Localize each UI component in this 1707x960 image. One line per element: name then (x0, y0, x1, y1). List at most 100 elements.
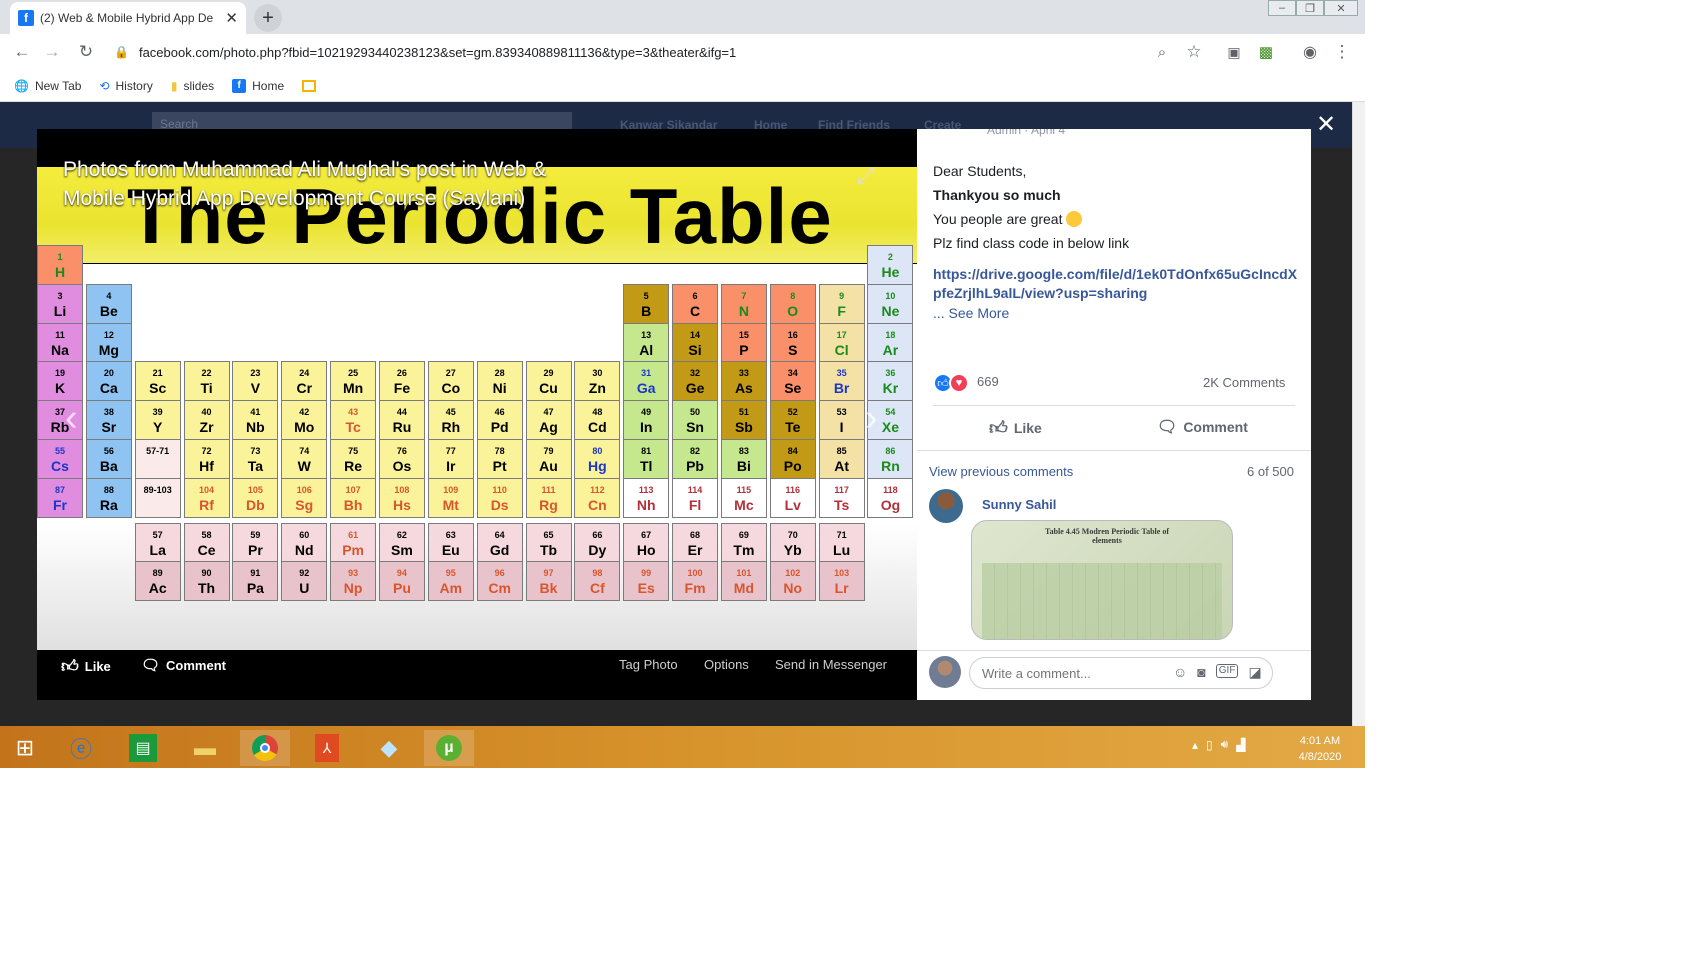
camera-icon[interactable]: ◙ (1197, 664, 1205, 681)
tray-expand-icon[interactable]: ▴ (1192, 738, 1198, 752)
chrome-icon[interactable] (240, 730, 290, 766)
post-link[interactable]: https://drive.google.com/file/d/1ek0TdOn… (933, 265, 1298, 303)
element-cell: 89-103 (134, 477, 181, 518)
element-cell: 19 K (37, 361, 83, 402)
element-number: 23 (250, 368, 261, 379)
bookmark-slides[interactable]: ▮ slides (171, 79, 214, 93)
element-number: 99 (641, 568, 652, 579)
element-cell: 58 Ce (183, 522, 230, 563)
element-cell: 80 Hg (574, 439, 621, 479)
photo-like-button[interactable]: 👍︎ Like (61, 656, 111, 677)
utorrent-icon[interactable]: µ (424, 730, 474, 766)
element-cell: 77 Ir (427, 439, 474, 479)
extension-icon[interactable]: ▣ (1222, 40, 1246, 64)
element-symbol: Th (197, 580, 216, 597)
element-symbol: No (783, 580, 803, 597)
zoom-icon[interactable]: ⌕ (1150, 40, 1174, 64)
element-cell: 2 He (867, 245, 914, 285)
element-symbol: Sm (391, 541, 413, 558)
clock[interactable]: 4:01 AM 4/8/2020 (1290, 733, 1350, 765)
element-symbol: In (639, 419, 653, 436)
minimize-button[interactable]: – (1268, 0, 1296, 16)
comment-image[interactable]: Table 4.45 Modren Periodic Table of elem… (971, 520, 1233, 640)
profile-avatar-icon[interactable]: ◉ (1298, 40, 1322, 64)
browser-tab[interactable]: f (2) Web & Mobile Hybrid App De ✕ (10, 2, 246, 34)
element-symbol: Bi (736, 458, 751, 474)
element-number: 18 (885, 329, 896, 340)
element-number: 60 (299, 529, 310, 540)
new-tab-button[interactable]: + (254, 4, 282, 32)
post-date[interactable]: April 4 (1031, 129, 1065, 137)
forward-icon[interactable]: → (40, 40, 64, 64)
tab-close-icon[interactable]: ✕ (225, 9, 238, 27)
element-number: 3 (57, 290, 63, 301)
network-icon[interactable]: ▟ (1236, 738, 1245, 752)
element-cell: 104 Rf (183, 477, 230, 518)
element-symbol: Po (783, 458, 802, 474)
restore-button[interactable]: ❐ (1296, 0, 1324, 16)
reload-icon[interactable]: ↻ (74, 40, 98, 64)
element-cell: 18 Ar (867, 322, 914, 363)
element-cell: 64 Gd (476, 522, 523, 563)
bookmark-history[interactable]: ⟲ History (99, 79, 152, 93)
page-scrollbar[interactable] (1352, 102, 1365, 726)
bookmark-star-icon[interactable]: ☆ (1182, 40, 1206, 64)
next-photo-icon[interactable]: › (865, 397, 878, 440)
gif-icon[interactable]: GIF (1215, 664, 1239, 678)
element-number: 85 (836, 446, 847, 456)
element-number: 96 (494, 568, 505, 579)
element-symbol: Mg (98, 341, 119, 358)
element-cell: 29 Cu (525, 361, 572, 402)
post-like-button[interactable]: 👍︎ Like (989, 417, 1042, 439)
element-number: 105 (247, 484, 263, 495)
element-cell: 15 P (720, 322, 767, 363)
post-thanks: Thankyou so much (933, 187, 1061, 203)
close-theater-icon[interactable]: ✕ (1316, 110, 1336, 139)
store-icon[interactable]: ▤ (118, 730, 168, 766)
address-bar[interactable]: 🔒 facebook.com/photo.php?fbid=1021929344… (114, 39, 1204, 65)
sticker-icon[interactable]: ◪ (1248, 664, 1261, 681)
evernote-extension-icon[interactable]: ▩ (1254, 40, 1278, 64)
commenter-name[interactable]: Sunny Sahil (982, 497, 1056, 512)
battery-icon[interactable]: ▯ (1206, 738, 1213, 752)
element-number: 4 (106, 290, 112, 301)
photo-comment-button[interactable]: 🗨︎ Comment (141, 656, 226, 674)
element-symbol: Na (51, 341, 69, 358)
reaction-count[interactable]: 669 (977, 374, 999, 389)
element-cell: 51 Sb (720, 400, 767, 441)
volume-icon[interactable]: 🔊︎ (1221, 737, 1229, 752)
view-previous-comments-link[interactable]: View previous comments (929, 464, 1073, 479)
my-avatar[interactable] (929, 656, 961, 688)
previous-photo-icon[interactable]: ‹ (65, 397, 78, 440)
reaction-icons[interactable]: 👍︎ ♥ (933, 373, 969, 393)
element-number: 5 (643, 290, 649, 301)
pdf-reader-icon[interactable]: ⅄ (302, 730, 352, 766)
notes-app-icon[interactable]: ◆ (364, 730, 414, 766)
close-window-button[interactable]: ✕ (1324, 0, 1358, 16)
windows-start-icon[interactable]: ⊞ (0, 730, 50, 766)
post-comment-button[interactable]: 🗨︎ Comment (1157, 417, 1248, 437)
folder-icon: ▮ (170, 78, 178, 93)
element-number: 50 (690, 407, 701, 418)
comments-count[interactable]: 2K Comments (1203, 375, 1285, 390)
file-explorer-icon[interactable]: ▬ (180, 730, 230, 766)
element-number: 47 (543, 407, 554, 418)
options-button[interactable]: Options (704, 657, 749, 672)
bookmark-new-tab[interactable]: 🌐 New Tab (14, 79, 81, 93)
bookmark-home[interactable]: f Home (232, 78, 284, 93)
bookmark-slides-icon[interactable] (302, 79, 322, 92)
send-in-messenger-button[interactable]: Send in Messenger (775, 657, 887, 672)
element-number: 57 (152, 529, 163, 540)
commenter-avatar[interactable] (929, 489, 963, 523)
menu-dots-icon[interactable]: ⋮ (1330, 40, 1354, 64)
see-more-link[interactable]: ... See More (933, 305, 1009, 321)
emoji-icon[interactable]: ☺ (1173, 664, 1187, 681)
element-cell: 38 Sr (85, 400, 132, 441)
element-cell: 12 Mg (85, 322, 132, 363)
element-symbol: Md (733, 580, 754, 597)
back-icon[interactable]: ← (10, 40, 34, 64)
bookmark-label: History (115, 78, 153, 93)
internet-explorer-icon[interactable]: ⓔ (56, 730, 106, 766)
tag-photo-button[interactable]: Tag Photo (619, 657, 678, 672)
divider (933, 405, 1295, 406)
